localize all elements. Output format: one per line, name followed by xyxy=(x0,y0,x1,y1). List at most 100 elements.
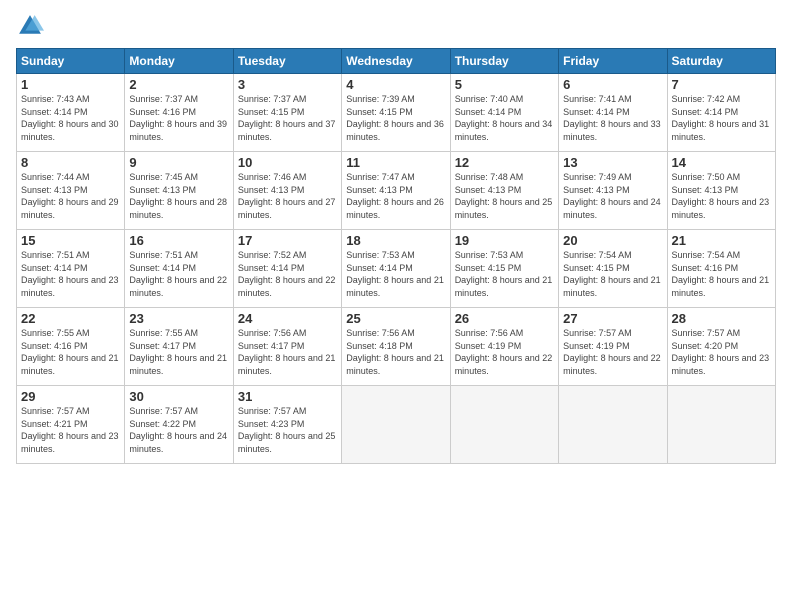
calendar-cell: 31Sunrise: 7:57 AMSunset: 4:23 PMDayligh… xyxy=(233,386,341,464)
calendar-cell: 16Sunrise: 7:51 AMSunset: 4:14 PMDayligh… xyxy=(125,230,233,308)
calendar-cell: 6Sunrise: 7:41 AMSunset: 4:14 PMDaylight… xyxy=(559,74,667,152)
calendar-row-3: 15 Sunrise: 7:51 AMSunset: 4:14 PMDayligh… xyxy=(17,230,776,308)
day-info: Sunrise: 7:57 AMSunset: 4:21 PMDaylight:… xyxy=(21,405,120,455)
calendar-cell: 29Sunrise: 7:57 AMSunset: 4:21 PMDayligh… xyxy=(17,386,125,464)
calendar-cell: 21Sunrise: 7:54 AMSunset: 4:16 PMDayligh… xyxy=(667,230,775,308)
calendar-cell: 27Sunrise: 7:57 AMSunset: 4:19 PMDayligh… xyxy=(559,308,667,386)
weekday-tuesday: Tuesday xyxy=(233,49,341,74)
day-number: 24 xyxy=(238,311,337,326)
calendar-cell xyxy=(450,386,558,464)
day-number: 22 xyxy=(21,311,120,326)
day-info: Sunrise: 7:57 AMSunset: 4:23 PMDaylight:… xyxy=(238,405,337,455)
day-info: Sunrise: 7:57 AMSunset: 4:22 PMDaylight:… xyxy=(129,405,228,455)
weekday-monday: Monday xyxy=(125,49,233,74)
calendar-cell: 1Sunrise: 7:43 AMSunset: 4:14 PMDaylight… xyxy=(17,74,125,152)
day-info: Sunrise: 7:51 AMSunset: 4:14 PMDaylight:… xyxy=(129,249,228,299)
day-number: 17 xyxy=(238,233,337,248)
day-info: Sunrise: 7:37 AMSunset: 4:16 PMDaylight:… xyxy=(129,93,228,143)
calendar-row-5: 29Sunrise: 7:57 AMSunset: 4:21 PMDayligh… xyxy=(17,386,776,464)
day-info: Sunrise: 7:45 AMSunset: 4:13 PMDaylight:… xyxy=(129,171,228,221)
day-number: 8 xyxy=(21,155,120,170)
day-info: Sunrise: 7:57 AMSunset: 4:19 PMDaylight:… xyxy=(563,327,662,377)
day-number: 13 xyxy=(563,155,662,170)
day-number: 25 xyxy=(346,311,445,326)
day-number: 28 xyxy=(672,311,771,326)
calendar-cell: 9Sunrise: 7:45 AMSunset: 4:13 PMDaylight… xyxy=(125,152,233,230)
calendar-row-4: 22Sunrise: 7:55 AMSunset: 4:16 PMDayligh… xyxy=(17,308,776,386)
calendar-row-2: 8Sunrise: 7:44 AMSunset: 4:13 PMDaylight… xyxy=(17,152,776,230)
calendar-cell: 15Sunrise: 7:51 AMSunset: 4:14 PMDayligh… xyxy=(17,230,125,308)
calendar-cell: 2Sunrise: 7:37 AMSunset: 4:16 PMDaylight… xyxy=(125,74,233,152)
calendar-cell: 4Sunrise: 7:39 AMSunset: 4:15 PMDaylight… xyxy=(342,74,450,152)
calendar-cell: 24Sunrise: 7:56 AMSunset: 4:17 PMDayligh… xyxy=(233,308,341,386)
calendar-cell xyxy=(667,386,775,464)
day-number: 27 xyxy=(563,311,662,326)
day-info: Sunrise: 7:43 AMSunset: 4:14 PMDaylight:… xyxy=(21,93,120,143)
day-info: Sunrise: 7:50 AMSunset: 4:13 PMDaylight:… xyxy=(672,171,771,221)
day-info: Sunrise: 7:40 AMSunset: 4:14 PMDaylight:… xyxy=(455,93,554,143)
calendar-cell: 5Sunrise: 7:40 AMSunset: 4:14 PMDaylight… xyxy=(450,74,558,152)
day-info: Sunrise: 7:53 AMSunset: 4:14 PMDaylight:… xyxy=(346,249,445,299)
day-number: 15 xyxy=(21,233,120,248)
day-info: Sunrise: 7:56 AMSunset: 4:19 PMDaylight:… xyxy=(455,327,554,377)
calendar-cell: 11Sunrise: 7:47 AMSunset: 4:13 PMDayligh… xyxy=(342,152,450,230)
calendar-table: SundayMondayTuesdayWednesdayThursdayFrid… xyxy=(16,48,776,464)
weekday-wednesday: Wednesday xyxy=(342,49,450,74)
weekday-header-row: SundayMondayTuesdayWednesdayThursdayFrid… xyxy=(17,49,776,74)
day-info: Sunrise: 7:56 AMSunset: 4:17 PMDaylight:… xyxy=(238,327,337,377)
day-info: Sunrise: 7:49 AMSunset: 4:13 PMDaylight:… xyxy=(563,171,662,221)
logo-icon xyxy=(16,12,44,40)
day-info: Sunrise: 7:54 AMSunset: 4:16 PMDaylight:… xyxy=(672,249,771,299)
day-info: Sunrise: 7:44 AMSunset: 4:13 PMDaylight:… xyxy=(21,171,120,221)
calendar-cell: 28Sunrise: 7:57 AMSunset: 4:20 PMDayligh… xyxy=(667,308,775,386)
day-number: 1 xyxy=(21,77,120,92)
day-number: 14 xyxy=(672,155,771,170)
day-info: Sunrise: 7:39 AMSunset: 4:15 PMDaylight:… xyxy=(346,93,445,143)
day-info: Sunrise: 7:46 AMSunset: 4:13 PMDaylight:… xyxy=(238,171,337,221)
day-number: 3 xyxy=(238,77,337,92)
day-number: 29 xyxy=(21,389,120,404)
calendar-cell: 13Sunrise: 7:49 AMSunset: 4:13 PMDayligh… xyxy=(559,152,667,230)
day-info: Sunrise: 7:37 AMSunset: 4:15 PMDaylight:… xyxy=(238,93,337,143)
calendar-cell xyxy=(342,386,450,464)
day-number: 2 xyxy=(129,77,228,92)
calendar-cell: 22Sunrise: 7:55 AMSunset: 4:16 PMDayligh… xyxy=(17,308,125,386)
day-number: 30 xyxy=(129,389,228,404)
logo xyxy=(16,12,48,40)
day-number: 31 xyxy=(238,389,337,404)
calendar-cell xyxy=(559,386,667,464)
day-number: 11 xyxy=(346,155,445,170)
day-info: Sunrise: 7:41 AMSunset: 4:14 PMDaylight:… xyxy=(563,93,662,143)
day-info: Sunrise: 7:57 AMSunset: 4:20 PMDaylight:… xyxy=(672,327,771,377)
day-number: 26 xyxy=(455,311,554,326)
day-info: Sunrise: 7:52 AMSunset: 4:14 PMDaylight:… xyxy=(238,249,337,299)
weekday-sunday: Sunday xyxy=(17,49,125,74)
day-info: Sunrise: 7:47 AMSunset: 4:13 PMDaylight:… xyxy=(346,171,445,221)
day-info: Sunrise: 7:54 AMSunset: 4:15 PMDaylight:… xyxy=(563,249,662,299)
day-info: Sunrise: 7:48 AMSunset: 4:13 PMDaylight:… xyxy=(455,171,554,221)
day-number: 16 xyxy=(129,233,228,248)
weekday-friday: Friday xyxy=(559,49,667,74)
day-info: Sunrise: 7:42 AMSunset: 4:14 PMDaylight:… xyxy=(672,93,771,143)
day-number: 12 xyxy=(455,155,554,170)
day-number: 21 xyxy=(672,233,771,248)
weekday-saturday: Saturday xyxy=(667,49,775,74)
day-number: 20 xyxy=(563,233,662,248)
day-number: 18 xyxy=(346,233,445,248)
calendar-cell: 8Sunrise: 7:44 AMSunset: 4:13 PMDaylight… xyxy=(17,152,125,230)
day-number: 4 xyxy=(346,77,445,92)
calendar-cell: 19Sunrise: 7:53 AMSunset: 4:15 PMDayligh… xyxy=(450,230,558,308)
page: SundayMondayTuesdayWednesdayThursdayFrid… xyxy=(0,0,792,612)
header xyxy=(16,12,776,40)
calendar-row-1: 1Sunrise: 7:43 AMSunset: 4:14 PMDaylight… xyxy=(17,74,776,152)
day-number: 5 xyxy=(455,77,554,92)
calendar-cell: 14Sunrise: 7:50 AMSunset: 4:13 PMDayligh… xyxy=(667,152,775,230)
calendar-cell: 26Sunrise: 7:56 AMSunset: 4:19 PMDayligh… xyxy=(450,308,558,386)
day-number: 23 xyxy=(129,311,228,326)
weekday-thursday: Thursday xyxy=(450,49,558,74)
day-number: 9 xyxy=(129,155,228,170)
calendar-cell: 10Sunrise: 7:46 AMSunset: 4:13 PMDayligh… xyxy=(233,152,341,230)
calendar-cell: 25Sunrise: 7:56 AMSunset: 4:18 PMDayligh… xyxy=(342,308,450,386)
day-number: 10 xyxy=(238,155,337,170)
day-number: 19 xyxy=(455,233,554,248)
